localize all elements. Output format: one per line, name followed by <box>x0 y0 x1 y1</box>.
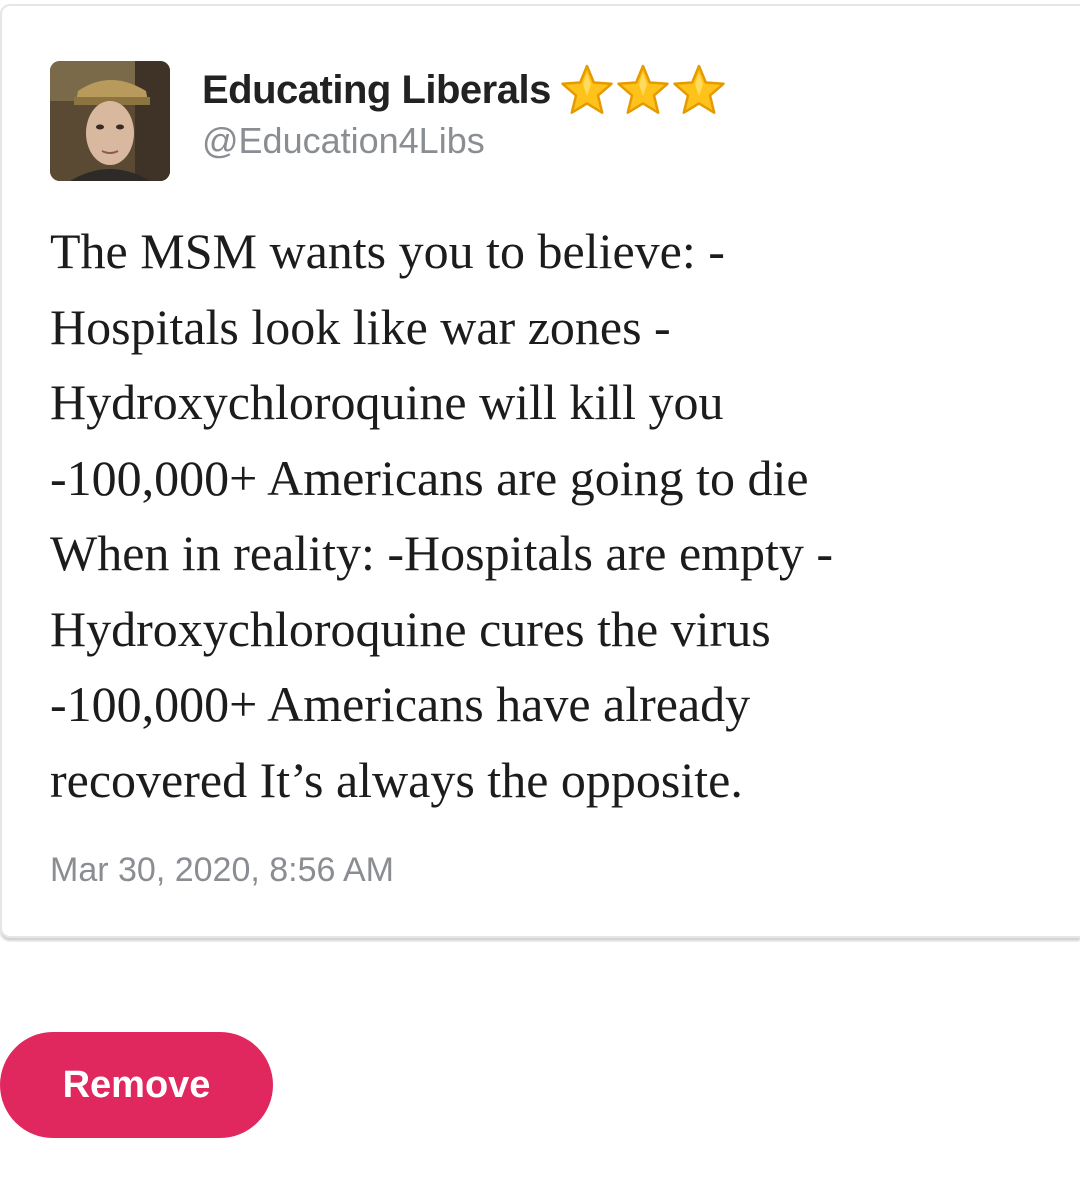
avatar-image <box>50 61 170 181</box>
tweet-card: Educating Liberals @Education4Libs The M… <box>0 4 1080 938</box>
tweet-text-line: -100,000+ Americans have already <box>50 676 751 732</box>
remove-button[interactable]: Remove <box>0 1032 273 1138</box>
tweet-text-line: recovered It’s always the opposite. <box>50 751 743 808</box>
star-badges <box>559 63 727 117</box>
page: Educating Liberals @Education4Libs The M… <box>0 0 1080 1180</box>
tweet-text-line: The MSM wants you to believe: - <box>50 223 725 279</box>
tweet-timestamp[interactable]: Mar 30, 2020, 8:56 AM <box>50 851 394 890</box>
star-icon <box>673 64 725 114</box>
tweet-text-line: Hydroxychloroquine will kill you <box>50 374 724 430</box>
star-icon <box>617 64 669 114</box>
tweet-text: The MSM wants you to believe: - Hospital… <box>50 214 1040 818</box>
tweet-text-line: Hospitals look like war zones - <box>50 298 671 355</box>
display-name-row: Educating Liberals <box>202 64 727 116</box>
user-handle[interactable]: @Education4Libs <box>202 120 485 162</box>
tweet-text-line: -100,000+ Americans are going to die <box>50 449 809 506</box>
tweet-text-line: Hydroxychloroquine cures the virus <box>50 600 771 657</box>
display-name[interactable]: Educating Liberals <box>202 68 551 113</box>
star-icon <box>561 64 613 114</box>
tweet-text-line: When in reality: -Hospitals are empty - <box>50 525 834 581</box>
avatar[interactable] <box>50 61 170 181</box>
